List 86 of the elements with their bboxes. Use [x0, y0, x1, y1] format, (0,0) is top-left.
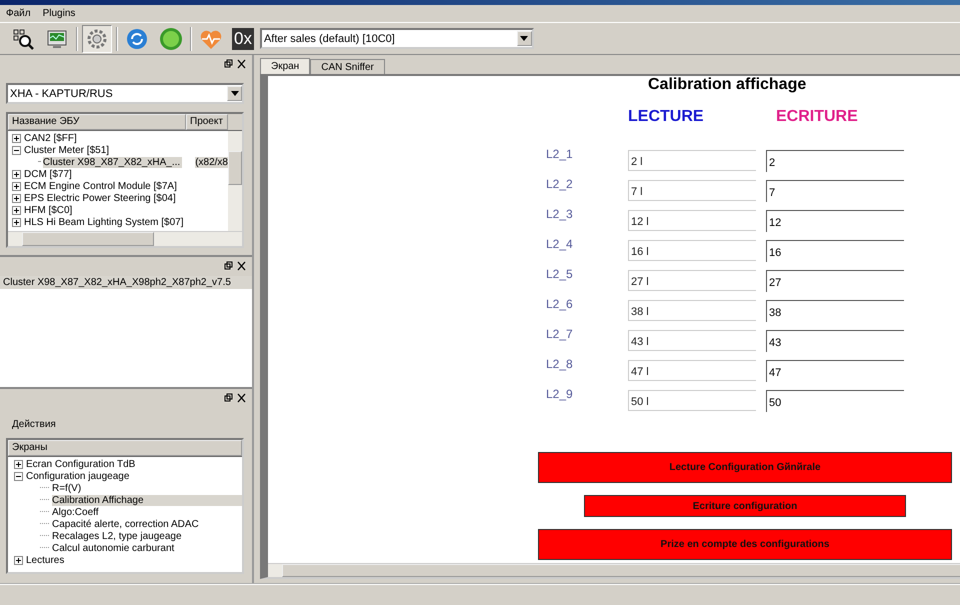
input-field[interactable]: 50: [766, 390, 904, 412]
action-button[interactable]: Ecriture configuration: [584, 495, 906, 517]
vehicle-dropdown[interactable]: XHA - KAPTUR/RUS: [6, 83, 244, 104]
tree-item[interactable]: HLS Hi Beam Lighting System [$07]: [24, 216, 184, 228]
list-item[interactable]: Cluster X98_X87_X82_xHA_X98ph2_X87ph2_v7.5: [0, 276, 252, 289]
tree-item[interactable]: CAN2 [$FF]: [24, 132, 77, 144]
input-field[interactable]: 43: [766, 330, 904, 352]
column-header[interactable]: Название ЭБУ: [8, 114, 186, 130]
hex-label[interactable]: 0x: [232, 28, 254, 50]
scrollbar[interactable]: [268, 563, 960, 577]
value-field: 2 l: [628, 150, 756, 171]
action-button[interactable]: Lecture Configuration Gйnйrale: [538, 452, 952, 483]
scrollbar[interactable]: [8, 231, 242, 246]
tree-item[interactable]: Calcul autonomie carburant: [52, 542, 174, 554]
orb-icon: [159, 26, 183, 50]
tree-item[interactable]: Cluster X98_X87_X82_xHA_...: [42, 156, 182, 168]
tree-item[interactable]: Recalages L2, type jaugeage: [52, 530, 182, 542]
tab[interactable]: CAN Sniffer: [310, 59, 385, 74]
expand-icon[interactable]: [14, 460, 23, 468]
expand-icon[interactable]: [12, 170, 21, 178]
tree-item[interactable]: ECM Engine Control Module [$7A]: [24, 180, 177, 192]
input-field[interactable]: 47: [766, 360, 904, 382]
menu-item[interactable]: Plugins: [42, 8, 76, 19]
row-label: L2_5: [546, 267, 574, 281]
gear-icon: [86, 28, 108, 50]
row-label: L2_6: [546, 297, 574, 311]
tree-item[interactable]: HFM [$C0]: [24, 204, 72, 216]
input-field[interactable]: 2: [766, 150, 904, 172]
column-header[interactable]: Проект: [186, 114, 228, 130]
column-header: LECTURE: [628, 108, 705, 127]
value-field: 27 l: [628, 270, 756, 291]
magnifier-icon: [12, 28, 34, 50]
restore-close-icon[interactable]: [224, 261, 246, 271]
action-button[interactable]: Prize en compte des configurations: [538, 529, 952, 560]
tab[interactable]: Экран: [260, 58, 310, 74]
expand-icon[interactable]: [12, 182, 21, 190]
column-header[interactable]: Экраны: [8, 440, 242, 456]
input-field[interactable]: 27: [766, 270, 904, 292]
value-field: 47 l: [628, 360, 756, 381]
tree-item[interactable]: DCM [$77]: [24, 168, 72, 180]
value-field: 43 l: [628, 330, 756, 351]
caret-icon: [230, 91, 238, 96]
panel-title: Действия: [11, 418, 57, 432]
input-field[interactable]: 12: [766, 210, 904, 232]
value-field: 12 l: [628, 210, 756, 231]
value-field: 38 l: [628, 300, 756, 321]
input-field[interactable]: 7: [766, 180, 904, 202]
row-label: L2_1: [546, 147, 574, 161]
tree-item[interactable]: R=f(V): [52, 482, 82, 494]
value-field: 7 l: [628, 180, 756, 201]
restore-close-icon[interactable]: [224, 59, 246, 69]
tree-item[interactable]: Configuration jaugeage: [26, 470, 130, 482]
monitor-icon: [46, 28, 68, 50]
collapse-icon[interactable]: [14, 472, 23, 480]
refresh-icon: [126, 28, 148, 50]
row-label: L2_3: [546, 207, 574, 221]
restore-close-icon[interactable]: [224, 393, 246, 403]
value-field: 16 l: [628, 240, 756, 261]
input-field[interactable]: 16: [766, 240, 904, 262]
expand-icon[interactable]: [12, 206, 21, 214]
row-label: L2_8: [546, 357, 574, 371]
row-label: L2_4: [546, 237, 574, 251]
tree-item[interactable]: Ecran Configuration TdB: [26, 458, 136, 470]
expand-icon[interactable]: [12, 218, 21, 226]
tree-item[interactable]: Calibration Affichage: [52, 494, 242, 506]
input-field[interactable]: 38: [766, 300, 904, 322]
value-field: 50 l: [628, 390, 756, 411]
tree-item[interactable]: Lectures: [26, 554, 64, 566]
menu-item[interactable]: Файл: [6, 8, 31, 19]
column-header: ECRITURE: [775, 108, 859, 126]
tree-item[interactable]: Capacité alerte, correction ADAC: [52, 518, 199, 530]
screen-title: Calibration affichage: [648, 76, 808, 94]
row-label: L2_7: [546, 327, 574, 341]
mode-dropdown[interactable]: After sales (default) [10C0]: [260, 28, 534, 49]
row-label: L2_2: [546, 177, 574, 191]
row-label: L2_9: [546, 387, 574, 401]
tree-cell: (x82/x8: [195, 156, 228, 168]
tree-item[interactable]: Algo:Coeff: [52, 506, 99, 518]
caret-icon: [520, 36, 528, 41]
tree-item[interactable]: Cluster Meter [$51]: [24, 144, 110, 156]
expand-icon[interactable]: [12, 134, 21, 142]
expand-icon[interactable]: [14, 556, 23, 564]
scrollbar[interactable]: [228, 131, 242, 231]
collapse-icon[interactable]: [12, 146, 21, 154]
tree-item[interactable]: EPS Electric Power Steering [$04]: [24, 192, 176, 204]
expand-icon[interactable]: [12, 194, 21, 202]
